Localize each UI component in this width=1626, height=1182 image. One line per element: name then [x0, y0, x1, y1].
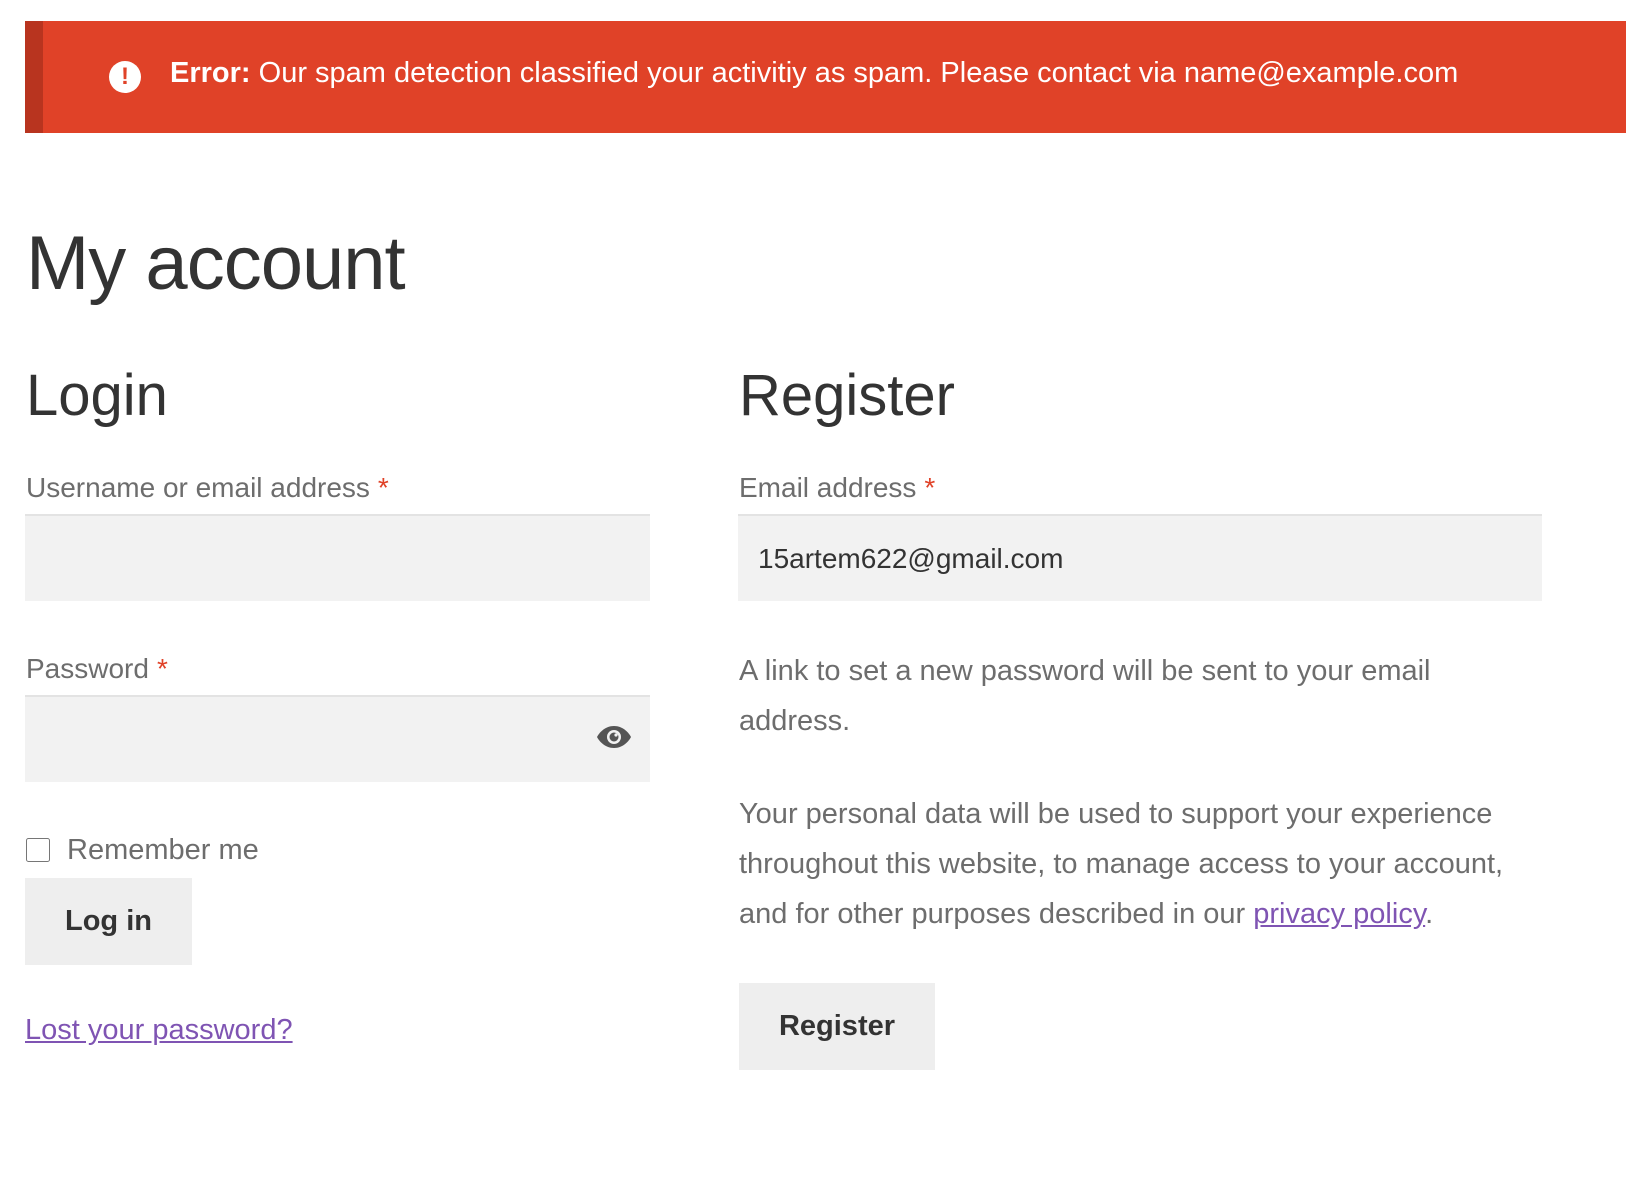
password-label-text: Password: [26, 653, 149, 684]
email-input[interactable]: [738, 514, 1542, 601]
error-label: Error:: [170, 57, 251, 89]
error-message-text: Our spam detection classified your activ…: [258, 57, 1459, 89]
password-input[interactable]: [25, 695, 650, 782]
required-mark: *: [156, 653, 168, 684]
register-button[interactable]: Register: [739, 983, 935, 1070]
email-label-text: Email address: [739, 472, 917, 503]
privacy-end: .: [1425, 898, 1434, 930]
password-note: A link to set a new password will be sen…: [739, 655, 1431, 737]
remember-me-checkbox[interactable]: [26, 838, 50, 862]
login-button[interactable]: Log in: [25, 878, 192, 965]
error-message: Error: Our spam detection classified you…: [170, 57, 1458, 90]
show-password-eye-icon[interactable]: [596, 724, 632, 750]
exclamation-circle-icon: !: [109, 61, 141, 93]
password-label: Password *: [26, 653, 168, 685]
privacy-notice: Your personal data will be used to suppo…: [739, 789, 1529, 939]
error-notice: ! Error: Our spam detection classified y…: [25, 21, 1626, 133]
required-mark: *: [924, 472, 936, 503]
privacy-policy-link[interactable]: privacy policy: [1253, 898, 1425, 930]
register-heading: Register: [739, 363, 955, 428]
username-label-text: Username or email address: [26, 472, 370, 503]
email-label: Email address *: [739, 472, 935, 504]
remember-me-label[interactable]: Remember me: [67, 834, 259, 867]
login-heading: Login: [26, 363, 168, 428]
page-title: My account: [26, 221, 406, 306]
lost-password-link[interactable]: Lost your password?: [25, 1014, 293, 1047]
required-mark: *: [377, 472, 389, 503]
username-label: Username or email address *: [26, 472, 389, 504]
username-input[interactable]: [25, 514, 650, 601]
